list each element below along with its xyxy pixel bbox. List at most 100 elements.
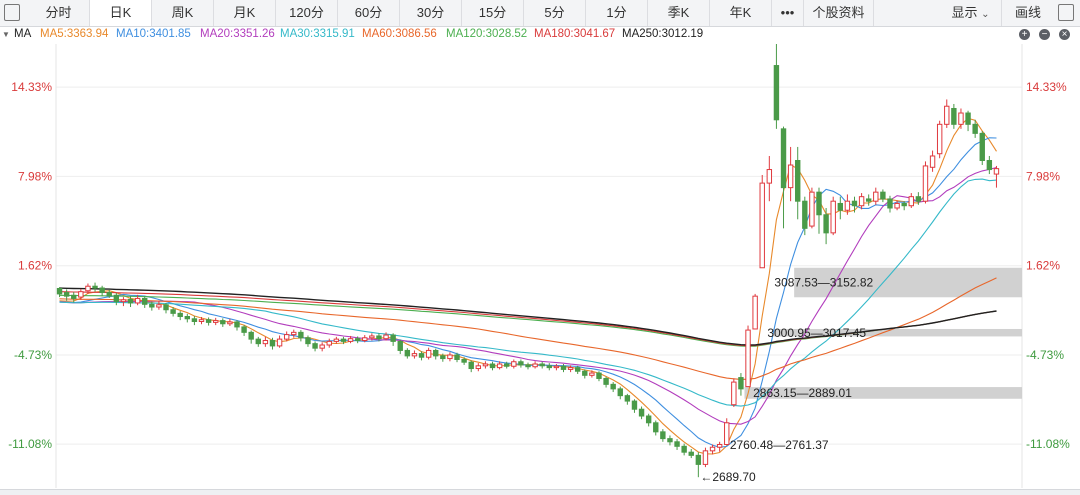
candle-body — [78, 291, 84, 298]
kline-chart[interactable]: ←3674.403087.53—3152.823000.95—3017.4528… — [0, 44, 1080, 488]
candle-body — [944, 105, 950, 125]
tab-3[interactable]: 月K — [214, 0, 276, 26]
candle-body — [340, 338, 347, 342]
candle-body — [489, 363, 496, 369]
candle-body — [702, 450, 709, 465]
candle-body — [191, 318, 198, 322]
candle-body — [667, 438, 673, 443]
candle-body — [291, 331, 297, 336]
candle-body — [773, 65, 780, 121]
candle-body — [269, 339, 276, 347]
y-tick-label-left: 1.62% — [18, 259, 52, 273]
candle-body — [212, 320, 219, 323]
tab-5[interactable]: 60分 — [338, 0, 400, 26]
candle-body — [440, 355, 446, 360]
tab-11[interactable]: 年K — [710, 0, 772, 26]
candle-body — [681, 445, 687, 453]
candle-body — [170, 309, 176, 314]
candle-body — [390, 334, 396, 342]
candle-body — [624, 395, 631, 402]
candle-body — [362, 337, 368, 341]
close-icon[interactable]: × — [1059, 29, 1070, 40]
candle-body — [326, 340, 332, 346]
candle-body — [120, 299, 127, 303]
candle-body — [454, 354, 460, 360]
candle-body — [589, 372, 595, 376]
candle-body — [205, 319, 212, 323]
tab-6[interactable]: 30分 — [400, 0, 462, 26]
candle-body — [404, 349, 411, 357]
candle-body — [660, 431, 666, 440]
candle-body — [468, 361, 474, 370]
candle-body — [582, 370, 588, 376]
side-panel-icon[interactable] — [1058, 4, 1074, 21]
candle-body — [433, 349, 439, 357]
candle-body — [709, 446, 716, 452]
tab-12[interactable]: ••• — [772, 0, 804, 26]
display-menu-button[interactable]: 显示 ⌄ — [940, 0, 1002, 26]
y-tick-label-right: 14.33% — [1026, 80, 1067, 94]
ma-collapse-icon[interactable]: ▼ — [2, 30, 10, 39]
tab-9[interactable]: 1分 — [586, 0, 648, 26]
zoom-in-icon[interactable]: + — [1019, 29, 1030, 40]
y-tick-label-right: -11.08% — [1026, 437, 1070, 451]
candle-body — [461, 358, 467, 363]
tab-13[interactable]: 个股资料 — [804, 0, 874, 26]
candle-body — [177, 312, 183, 318]
draw-line-button[interactable]: 画线 — [1002, 0, 1054, 26]
ma-value-0: MA5:3363.94 — [40, 28, 109, 40]
candle-body — [312, 343, 318, 349]
candle-body — [560, 365, 567, 370]
candle-body — [504, 363, 510, 367]
ma-value-7: MA250:3012.19 — [622, 28, 704, 40]
candle-body — [184, 316, 191, 320]
ma-label[interactable]: MA — [14, 28, 31, 40]
ma-value-4: MA60:3086.56 — [362, 28, 437, 40]
candle-body — [567, 367, 574, 370]
y-tick-label-right: 1.62% — [1026, 259, 1060, 273]
candle-body — [127, 298, 134, 304]
candle-body — [617, 388, 623, 397]
candle-body — [993, 168, 1000, 175]
tab-2[interactable]: 周K — [152, 0, 214, 26]
zoom-out-icon[interactable]: − — [1039, 29, 1050, 40]
candle-body — [908, 196, 914, 207]
candle-body — [553, 365, 560, 369]
candle-body — [283, 334, 290, 340]
tab-0[interactable]: 分时 — [28, 0, 90, 26]
candle-body — [305, 337, 311, 345]
candle-body — [447, 354, 453, 360]
tab-8[interactable]: 5分 — [524, 0, 586, 26]
candle-body — [653, 422, 659, 433]
annotation-label: 3087.53—3152.82 — [774, 276, 873, 290]
tab-7[interactable]: 15分 — [462, 0, 524, 26]
candle-body — [333, 338, 340, 342]
candle-body — [475, 365, 482, 370]
candle-body — [56, 287, 63, 295]
candle-body — [901, 202, 907, 207]
candle-body — [894, 202, 900, 209]
candle-body — [724, 422, 730, 445]
candle-body — [92, 285, 98, 289]
candle-body — [745, 329, 751, 388]
candle-body — [752, 295, 758, 330]
candle-body — [518, 361, 524, 366]
tab-1[interactable]: 日K — [90, 0, 152, 26]
y-tick-label-right: -4.73% — [1026, 348, 1064, 362]
candle-body — [865, 198, 872, 202]
candle-body — [354, 338, 361, 341]
candle-body — [915, 196, 922, 202]
candle-body — [546, 365, 552, 369]
candle-body — [220, 320, 226, 325]
candle-body — [99, 287, 105, 294]
candle-body — [936, 123, 943, 155]
ma-value-1: MA10:3401.85 — [116, 28, 191, 40]
candle-body — [248, 331, 254, 340]
candle-body — [418, 353, 425, 358]
candle-body — [113, 294, 120, 303]
panel-toggle-icon[interactable] — [4, 4, 20, 21]
tab-10[interactable]: 季K — [648, 0, 710, 26]
tab-4[interactable]: 120分 — [276, 0, 338, 26]
candle-body — [929, 155, 936, 168]
candle-body — [397, 340, 403, 351]
